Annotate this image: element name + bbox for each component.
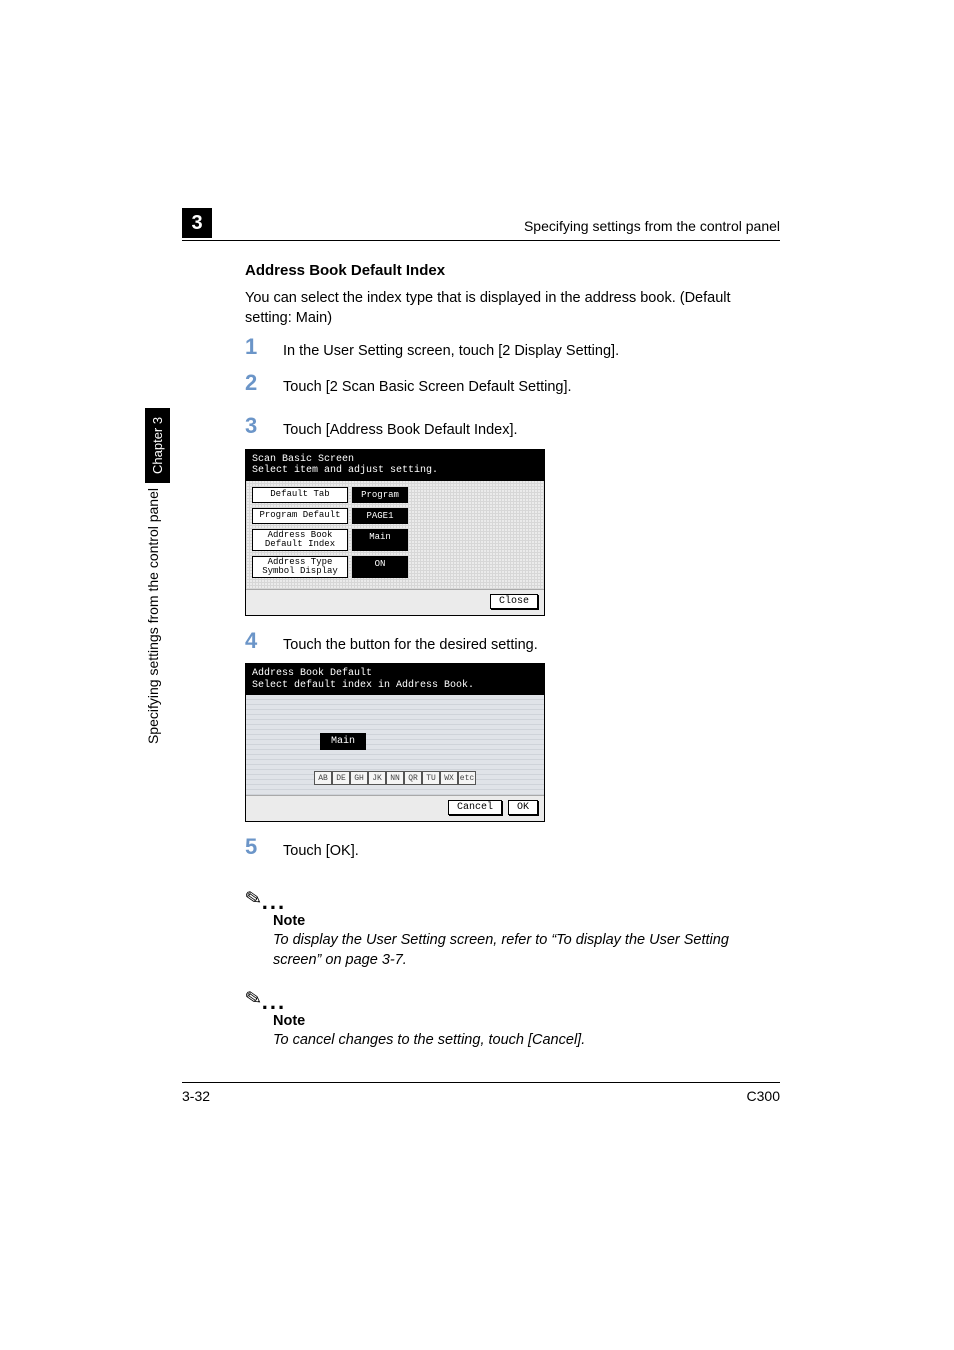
step-text: Touch the button for the desired setting… [283, 634, 780, 656]
panel-row: Address Type Symbol Display ON [252, 556, 538, 578]
address-book-default-panel: Address Book Default Select default inde… [245, 663, 545, 822]
step-number: 2 [245, 370, 273, 396]
note-dots: ... [262, 889, 286, 914]
chapter-tab: Chapter 3 [145, 408, 170, 483]
scan-basic-screen-panel: Scan Basic Screen Select item and adjust… [245, 449, 545, 616]
note-icon: ✎ [243, 985, 264, 1013]
step-4: 4 Touch the button for the desired setti… [245, 634, 780, 656]
note-text: To display the User Setting screen, refe… [273, 931, 780, 970]
content-area: Address Book Default Index You can selec… [245, 262, 780, 1090]
main-button[interactable]: Main [320, 733, 366, 750]
step-text: Touch [Address Book Default Index]. [283, 419, 780, 441]
side-tab-area: Chapter 3 Specifying settings from the c… [145, 408, 170, 818]
cancel-button[interactable]: Cancel [448, 800, 502, 815]
panel-row: Default Tab Program [252, 487, 538, 503]
running-head: Specifying settings from the control pan… [182, 218, 780, 234]
note-label: Note [273, 1013, 780, 1029]
row-label[interactable]: Default Tab [252, 487, 348, 503]
index-tab[interactable]: WX [440, 771, 458, 785]
panel-title: Address Book Default Select default inde… [246, 664, 544, 695]
row-value[interactable]: Program [352, 487, 408, 503]
index-tab[interactable]: GH [350, 771, 368, 785]
page-footer: 3-32 C300 [182, 1082, 780, 1104]
panel-footer: Close [246, 589, 544, 615]
index-tab[interactable]: etc [458, 771, 476, 785]
row-value[interactable]: ON [352, 556, 408, 578]
ok-button[interactable]: OK [508, 800, 538, 815]
header-rule [182, 240, 780, 241]
close-button[interactable]: Close [490, 594, 538, 609]
note-icon: ✎ [243, 885, 264, 913]
index-tab[interactable]: DE [332, 771, 350, 785]
step-1: 1 In the User Setting screen, touch [2 D… [245, 340, 780, 362]
intro-paragraph: You can select the index type that is di… [245, 289, 780, 328]
step-5: 5 Touch [OK]. [245, 840, 780, 862]
note-label: Note [273, 913, 780, 929]
panel-body: Default Tab Program Program Default PAGE… [246, 481, 544, 589]
step-text: Touch [OK]. [283, 840, 780, 862]
model-number: C300 [747, 1088, 780, 1104]
page-number: 3-32 [182, 1088, 210, 1104]
note-block-2: ✎... Note To cancel changes to the setti… [245, 976, 780, 1051]
index-tab[interactable]: NN [386, 771, 404, 785]
step-text: In the User Setting screen, touch [2 Dis… [283, 340, 780, 362]
panel-title: Scan Basic Screen Select item and adjust… [246, 450, 544, 481]
step-number: 3 [245, 413, 273, 439]
step-text: Touch [2 Scan Basic Screen Default Setti… [283, 376, 780, 398]
row-label[interactable]: Address Book Default Index [252, 529, 348, 551]
panel-body: Main ABDEGHJKNNQRTUWXetc [246, 695, 544, 795]
section-heading: Address Book Default Index [245, 262, 780, 279]
note-dots: ... [262, 989, 286, 1014]
step-number: 1 [245, 334, 273, 360]
row-label[interactable]: Program Default [252, 508, 348, 524]
side-running-text: Specifying settings from the control pan… [145, 488, 170, 744]
step-number: 4 [245, 628, 273, 654]
row-value[interactable]: Main [352, 529, 408, 551]
step-number: 5 [245, 834, 273, 860]
chapter-badge: 3 [182, 208, 212, 238]
row-label[interactable]: Address Type Symbol Display [252, 556, 348, 578]
row-value[interactable]: PAGE1 [352, 508, 408, 524]
step-3: 3 Touch [Address Book Default Index]. [245, 419, 780, 441]
step-2: 2 Touch [2 Scan Basic Screen Default Set… [245, 376, 780, 398]
panel-row: Address Book Default Index Main [252, 529, 538, 551]
index-tab[interactable]: AB [314, 771, 332, 785]
note-block-1: ✎... Note To display the User Setting sc… [245, 876, 780, 970]
panel-row: Program Default PAGE1 [252, 508, 538, 524]
page: Specifying settings from the control pan… [0, 0, 954, 1350]
index-tab[interactable]: QR [404, 771, 422, 785]
index-tab[interactable]: JK [368, 771, 386, 785]
note-text: To cancel changes to the setting, touch … [273, 1031, 780, 1051]
panel-footer: Cancel OK [246, 795, 544, 821]
index-tab[interactable]: TU [422, 771, 440, 785]
index-tabs: ABDEGHJKNNQRTUWXetc [246, 771, 544, 785]
